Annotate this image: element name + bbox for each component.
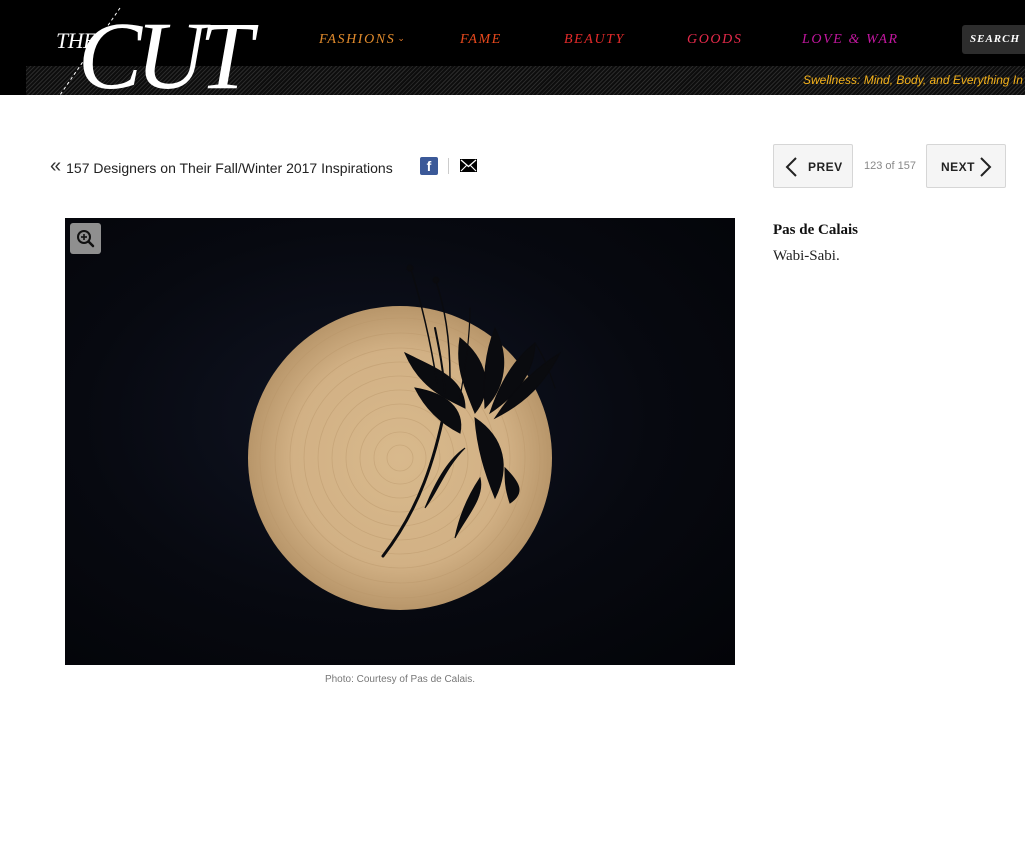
nav-fashions[interactable]: FASHIONS ⌄ bbox=[319, 32, 406, 48]
nav-goods[interactable]: GOODS bbox=[687, 32, 742, 48]
svg-text:CUT: CUT bbox=[78, 2, 259, 95]
slide-description: Wabi-Sabi. bbox=[773, 248, 840, 264]
ticker-link[interactable]: Swellness: Mind, Body, and Everything In bbox=[803, 73, 1023, 87]
facebook-icon[interactable]: f bbox=[420, 157, 438, 175]
double-chevron-left-icon: « bbox=[50, 155, 62, 177]
slide-counter: 123 of 157 bbox=[864, 160, 916, 172]
site-logo[interactable]: CUT THE bbox=[52, 0, 282, 95]
nav-love-and-war[interactable]: LOVE & WAR bbox=[802, 32, 899, 48]
email-icon[interactable] bbox=[460, 159, 477, 172]
chevron-left-icon bbox=[785, 157, 797, 177]
chevron-right-icon bbox=[980, 157, 992, 177]
wooden-plate bbox=[248, 306, 552, 610]
search-button[interactable]: SEARCH bbox=[962, 25, 1025, 54]
slide-photo[interactable] bbox=[65, 218, 735, 665]
back-to-gallery-link[interactable]: 157 Designers on Their Fall/Winter 2017 … bbox=[66, 160, 393, 176]
prev-label: PREV bbox=[808, 160, 843, 174]
nav-beauty[interactable]: BEAUTY bbox=[564, 32, 625, 48]
photo-scene bbox=[248, 264, 562, 610]
logo-the: THE bbox=[56, 28, 97, 53]
share-divider bbox=[448, 158, 449, 174]
prev-button[interactable]: PREV bbox=[773, 144, 853, 188]
nav-fame[interactable]: FAME bbox=[460, 32, 502, 48]
photo-caption: Photo: Courtesy of Pas de Calais. bbox=[324, 674, 476, 685]
slide-title: Pas de Calais bbox=[773, 222, 859, 238]
chevron-down-icon: ⌄ bbox=[397, 33, 407, 43]
nav-fashions-label: FASHIONS bbox=[319, 32, 396, 47]
breadcrumb: « 157 Designers on Their Fall/Winter 201… bbox=[50, 155, 393, 179]
site-header: CUT THE FASHIONS ⌄ FAME BEAUTY GOODS LOVE… bbox=[0, 0, 1025, 95]
next-button[interactable]: NEXT bbox=[926, 144, 1006, 188]
zoom-in-icon bbox=[77, 230, 95, 248]
zoom-button[interactable] bbox=[70, 223, 101, 254]
next-label: NEXT bbox=[941, 160, 976, 174]
